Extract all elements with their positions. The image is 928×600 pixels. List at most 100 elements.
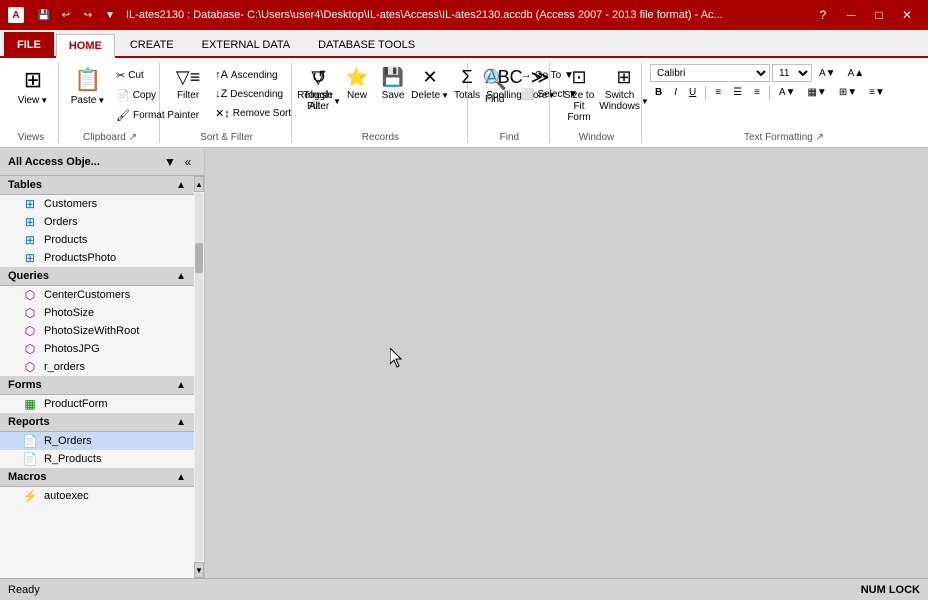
section-header-macros[interactable]: Macros ▲: [0, 468, 194, 487]
mouse-cursor: [390, 348, 406, 371]
maximize-button[interactable]: □: [866, 5, 892, 25]
paste-button[interactable]: 📋 Paste▼: [67, 64, 109, 124]
filter-label: Filter: [177, 90, 199, 101]
orders-table-icon: ⊞: [22, 216, 38, 228]
tab-external-data[interactable]: EXTERNAL DATA: [189, 32, 303, 56]
nav-item-products[interactable]: ⊞ Products: [0, 231, 194, 249]
qa-dropdown-button[interactable]: ▼: [100, 5, 120, 25]
forms-toggle-icon: ▲: [176, 380, 186, 391]
remove-sort-button[interactable]: ✕↕ Remove Sort: [210, 104, 296, 123]
section-header-queries[interactable]: Queries ▲: [0, 267, 194, 286]
window-controls: ? ─ □ ✕: [810, 5, 920, 25]
nav-item-orders[interactable]: ⊞ Orders: [0, 213, 194, 231]
align-center-button[interactable]: ☰: [728, 85, 747, 100]
close-button[interactable]: ✕: [894, 5, 920, 25]
ribbon-group-find: 🔍 Find → Go To ▼ ⬜ Select ▼ Find: [470, 62, 550, 143]
nav-item-product-form[interactable]: ▦ ProductForm: [0, 395, 194, 413]
nav-item-center-customers[interactable]: ⬡ CenterCustomers: [0, 286, 194, 304]
products-label: Products: [44, 234, 87, 246]
center-customers-label: CenterCustomers: [44, 289, 130, 301]
size-to-fit-button[interactable]: ⊡ Size toFit Form: [558, 64, 600, 124]
nav-header-buttons: ▼ «: [162, 154, 196, 170]
increase-font-button[interactable]: A▲: [843, 66, 870, 81]
format-painter-icon: 🖌: [116, 109, 130, 122]
nav-scrollbar-down-button[interactable]: ▼: [194, 562, 204, 578]
align-left-button[interactable]: ≡: [710, 85, 726, 100]
center-customers-query-icon: ⬡: [22, 289, 38, 301]
save-qa-button[interactable]: 💾: [34, 5, 54, 25]
nav-scrollbar-thumb[interactable]: [195, 243, 203, 273]
photo-size-with-root-query-icon: ⬡: [22, 325, 38, 337]
nav-collapse-button[interactable]: «: [180, 154, 196, 170]
delete-button[interactable]: ✕ Delete▼: [412, 64, 448, 124]
alt-row-color-button[interactable]: ≡▼: [864, 85, 890, 100]
queries-section-title: Queries: [8, 270, 49, 282]
redo-button[interactable]: ↪: [78, 5, 98, 25]
new-label: New: [347, 90, 367, 101]
nav-item-photos-jpg[interactable]: ⬡ PhotosJPG: [0, 340, 194, 358]
queries-toggle-icon: ▲: [176, 271, 186, 282]
save-button[interactable]: 💾 Save: [376, 64, 410, 124]
new-button[interactable]: ⭐ New: [340, 64, 374, 124]
font-size-select[interactable]: 11: [772, 64, 812, 82]
section-header-forms[interactable]: Forms ▲: [0, 376, 194, 395]
window-label: Window: [558, 129, 635, 143]
font-color-button[interactable]: A▼: [774, 85, 801, 100]
select-icon: ⬜: [521, 88, 535, 101]
ribbon-group-window: ⊡ Size toFit Form ⊞ SwitchWindows▼ Windo…: [552, 62, 642, 143]
size-to-fit-icon: ⊡: [571, 67, 586, 88]
status-text: Ready: [8, 584, 40, 596]
view-button[interactable]: ⊞ View▼: [10, 64, 56, 124]
nav-item-r-orders[interactable]: 📄 R_Orders: [0, 432, 194, 450]
new-icon: ⭐: [346, 67, 368, 88]
tab-file[interactable]: FILE: [4, 32, 54, 56]
highlight-button[interactable]: ▦▼: [802, 85, 831, 100]
minimize-button[interactable]: ─: [838, 5, 864, 25]
nav-item-photo-size-with-root[interactable]: ⬡ PhotoSizeWithRoot: [0, 322, 194, 340]
paste-icon: 📋: [74, 67, 101, 93]
nav-item-autoexec[interactable]: ⚡ autoexec: [0, 487, 194, 505]
nav-item-r-products[interactable]: 📄 R_Products: [0, 450, 194, 468]
tab-database-tools[interactable]: DATABASE TOOLS: [305, 32, 428, 56]
nav-item-customers[interactable]: ⊞ Customers: [0, 195, 194, 213]
filter-button[interactable]: ▽≡ Filter: [168, 64, 208, 124]
italic-button[interactable]: I: [669, 85, 682, 100]
find-button[interactable]: 🔍 Find: [476, 64, 514, 124]
font-name-select[interactable]: Calibri: [650, 64, 770, 82]
refresh-label: RefreshAll▼: [297, 90, 341, 112]
decrease-font-button[interactable]: A▼: [814, 66, 841, 81]
ascending-button[interactable]: ↑A Ascending: [210, 66, 296, 84]
nav-scrollbar-up-button[interactable]: ▲: [194, 176, 204, 192]
find-icon: 🔍: [482, 67, 507, 92]
photo-size-label: PhotoSize: [44, 307, 94, 319]
nav-item-photo-size[interactable]: ⬡ PhotoSize: [0, 304, 194, 322]
underline-button[interactable]: U: [684, 85, 701, 100]
descending-button[interactable]: ↓Z Descending: [210, 85, 296, 103]
r-orders-query-icon: ⬡: [22, 361, 38, 373]
ribbon-body: ⊞ View▼ Views 📋 Paste▼ ✂ Cut 📄 Copy 🖌: [0, 58, 928, 148]
find-label: Find: [485, 94, 504, 105]
undo-button[interactable]: ↩: [56, 5, 76, 25]
descending-icon: ↓Z: [215, 88, 227, 100]
nav-item-r-orders-query[interactable]: ⬡ r_orders: [0, 358, 194, 376]
refresh-all-button[interactable]: ↺ RefreshAll▼: [300, 64, 338, 124]
help-button[interactable]: ?: [810, 5, 836, 25]
switch-windows-button[interactable]: ⊞ SwitchWindows▼: [602, 64, 646, 124]
bold-button[interactable]: B: [650, 85, 667, 100]
photo-size-query-icon: ⬡: [22, 307, 38, 319]
status-bar: Ready NUM LOCK: [0, 578, 928, 600]
nav-item-products-photo[interactable]: ⊞ ProductsPhoto: [0, 249, 194, 267]
tables-section-title: Tables: [8, 179, 42, 191]
orders-label: Orders: [44, 216, 78, 228]
nav-menu-button[interactable]: ▼: [162, 154, 178, 170]
section-header-reports[interactable]: Reports ▲: [0, 413, 194, 432]
copy-icon: 📄: [116, 89, 130, 102]
switch-windows-label: SwitchWindows▼: [599, 90, 649, 112]
align-right-button[interactable]: ≡: [749, 85, 765, 100]
tab-home[interactable]: HOME: [56, 34, 115, 58]
tab-create[interactable]: CREATE: [117, 32, 187, 56]
nav-header: All Access Obje... ▼ «: [0, 148, 204, 176]
gridlines-button[interactable]: ⊞▼: [834, 85, 862, 100]
section-header-tables[interactable]: Tables ▲: [0, 176, 194, 195]
delete-icon: ✕: [423, 67, 438, 88]
